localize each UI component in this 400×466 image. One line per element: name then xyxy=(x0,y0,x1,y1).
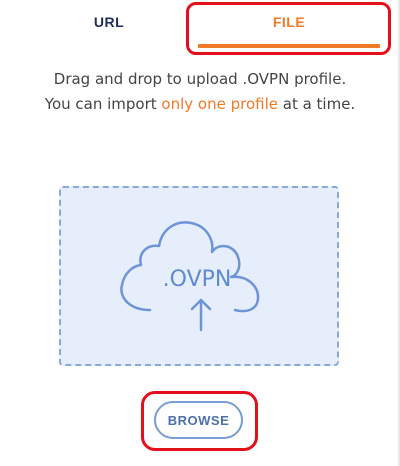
browse-button-label: BROWSE xyxy=(167,412,230,428)
tab-file[interactable]: FILE xyxy=(198,0,380,44)
file-dropzone[interactable]: .OVPN xyxy=(59,186,339,366)
import-limit-prefix: You can import xyxy=(44,95,162,113)
import-profile-panel: URL FILE Drag and drop to upload .OVPN p… xyxy=(0,0,400,466)
import-limit-highlight: only one profile xyxy=(161,95,278,113)
tab-url[interactable]: URL xyxy=(20,0,198,44)
import-limit-suffix: at a time. xyxy=(277,95,356,113)
upload-instruction-text: Drag and drop to upload .OVPN profile. xyxy=(53,70,347,88)
dropzone-label: .OVPN xyxy=(163,267,232,292)
tab-file-active-indicator xyxy=(198,44,380,48)
tab-url-label: URL xyxy=(93,14,125,30)
browse-button[interactable]: BROWSE xyxy=(154,401,243,439)
tab-file-label: FILE xyxy=(272,14,306,30)
upload-instruction: Drag and drop to upload .OVPN profile. xyxy=(0,70,400,88)
import-limit-note: You can import only one profile at a tim… xyxy=(0,95,400,113)
cloud-upload-icon: .OVPN xyxy=(120,221,260,332)
